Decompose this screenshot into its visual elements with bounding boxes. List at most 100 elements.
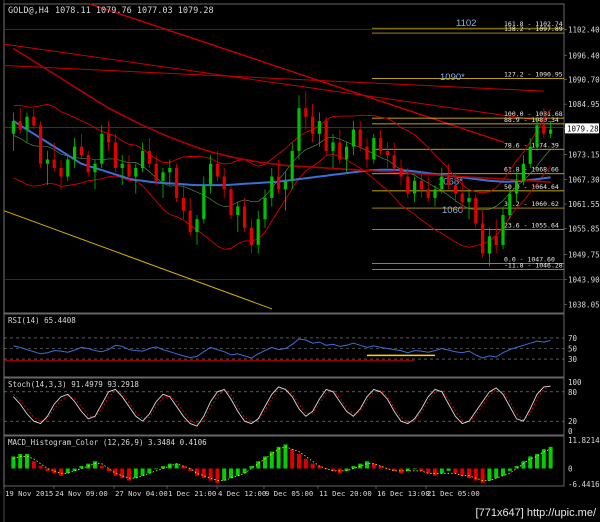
candle-body <box>419 180 423 190</box>
candle-body <box>181 197 185 211</box>
price-tick-label: 1073.15 <box>568 151 600 160</box>
candle-body <box>147 150 151 164</box>
symbol-name: GOLD@,H4 <box>8 6 49 16</box>
price-tick-label: 1090.70 <box>568 76 600 85</box>
macd-histogram-bar <box>59 468 63 476</box>
candle-body <box>406 176 410 194</box>
candle-body <box>18 121 22 130</box>
macd-histogram-bar <box>535 454 539 469</box>
candle-body <box>304 108 308 117</box>
macd-tick-label: 11.8214 <box>568 436 600 445</box>
candle-body <box>195 219 199 233</box>
candle-body <box>100 133 104 164</box>
price-tick-label: 1055.85 <box>568 224 600 233</box>
candle-body <box>460 193 464 203</box>
candle-body <box>413 180 417 194</box>
candle-body <box>127 163 131 177</box>
candle-body <box>25 116 29 130</box>
fib-level-label: 127.2 - 1090.95 <box>504 71 563 79</box>
price-tick-label: 1067.30 <box>568 176 600 185</box>
macd-histogram-bar <box>127 468 131 481</box>
candle-body <box>453 185 457 194</box>
time-tick-label: 27 Nov 04:00 <box>115 489 168 498</box>
fib-level-label: -11.8 - 1046.28 <box>504 261 563 269</box>
macd-histogram-bar <box>38 466 43 469</box>
candle-body <box>202 185 206 220</box>
candle-body <box>297 108 301 151</box>
candle-body <box>141 150 145 169</box>
macd-histogram-bar <box>433 468 437 476</box>
macd-title: MACD_Histogram_Color (12,26,9) 3.3484 0.… <box>8 438 207 447</box>
candle-body <box>521 163 525 181</box>
macd-histogram-bar <box>548 446 553 469</box>
macd-histogram-bar <box>31 461 36 469</box>
candle-body <box>440 176 444 190</box>
fib-level-label: 138.2 - 1097.89 <box>504 25 563 33</box>
macd-histogram-bar <box>473 468 478 481</box>
price-tick-label: 1102.40 <box>568 26 600 35</box>
macd-histogram-bar <box>249 466 254 469</box>
candle-body <box>331 142 335 151</box>
price-tick-label: 1096.40 <box>568 51 600 60</box>
candle-body <box>243 206 247 228</box>
rsi-tick-label: 30 <box>568 355 578 364</box>
macd-tick-label: -6.4416 <box>568 480 600 489</box>
candle-body <box>535 125 539 147</box>
candle-body <box>222 176 226 190</box>
candle-body <box>107 133 111 143</box>
candle-body <box>474 197 478 224</box>
macd-histogram-bar <box>269 451 274 469</box>
candle-body <box>515 180 519 194</box>
macd-histogram-bar <box>276 446 281 469</box>
macd-histogram-bar <box>310 463 315 469</box>
candle-body <box>120 163 124 169</box>
candle-body <box>256 219 260 245</box>
candle-body <box>372 138 376 160</box>
candle-body <box>263 197 267 220</box>
macd-histogram-bar <box>412 468 417 470</box>
candle-body <box>324 121 328 151</box>
price-tick-label: 1043.90 <box>568 275 600 284</box>
candle-body <box>542 125 546 134</box>
fib-level-label: 23.6 - 1055.64 <box>504 221 559 229</box>
candle-body <box>168 168 172 173</box>
candle-body <box>175 168 179 198</box>
stochastic-tick-label: 80 <box>568 388 578 397</box>
candle-body <box>358 129 362 147</box>
macd-histogram-bar <box>263 456 267 469</box>
macd-histogram-bar <box>446 468 451 471</box>
price-tick-label: 1038.05 <box>568 300 600 309</box>
macd-histogram-bar <box>385 468 390 470</box>
candle-body <box>290 150 294 181</box>
stochastic-tick-label: 100 <box>568 378 582 387</box>
candle-body <box>385 150 389 156</box>
candle-body <box>93 163 97 173</box>
candle-body <box>399 168 403 177</box>
stochastic-tick-label: 20 <box>568 417 578 426</box>
candle-body <box>528 146 532 164</box>
fib-level-label: 50.0 - 1064.64 <box>504 183 559 191</box>
macd-histogram-bar <box>541 449 546 469</box>
macd-histogram-bar <box>11 456 16 469</box>
candle-body <box>338 142 342 160</box>
candle-body <box>481 223 485 254</box>
candle-body <box>229 189 233 215</box>
candle-body <box>52 159 56 169</box>
macd-histogram-bar <box>297 454 301 469</box>
candle-body <box>66 159 70 177</box>
candle-body <box>447 176 451 186</box>
trading-chart[interactable]: 1102.401096.401090.701084.951079.251073.… <box>0 0 600 522</box>
macd-histogram-bar <box>283 444 288 469</box>
candle-body <box>154 163 158 181</box>
macd-histogram-bar <box>467 468 471 479</box>
macd-histogram-bar <box>521 461 526 469</box>
candle-body <box>508 193 512 215</box>
time-tick-label: 21 Dec 05:00 <box>427 489 480 498</box>
macd-histogram-bar <box>460 468 465 476</box>
time-tick-label: 9 Dec 05:00 <box>265 489 313 498</box>
stochastic-tick-label: 0 <box>568 427 573 436</box>
macd-histogram-bar <box>133 468 138 479</box>
macd-histogram-bar <box>222 468 227 481</box>
macd-histogram-bar <box>154 468 159 470</box>
candle-body <box>351 129 355 147</box>
